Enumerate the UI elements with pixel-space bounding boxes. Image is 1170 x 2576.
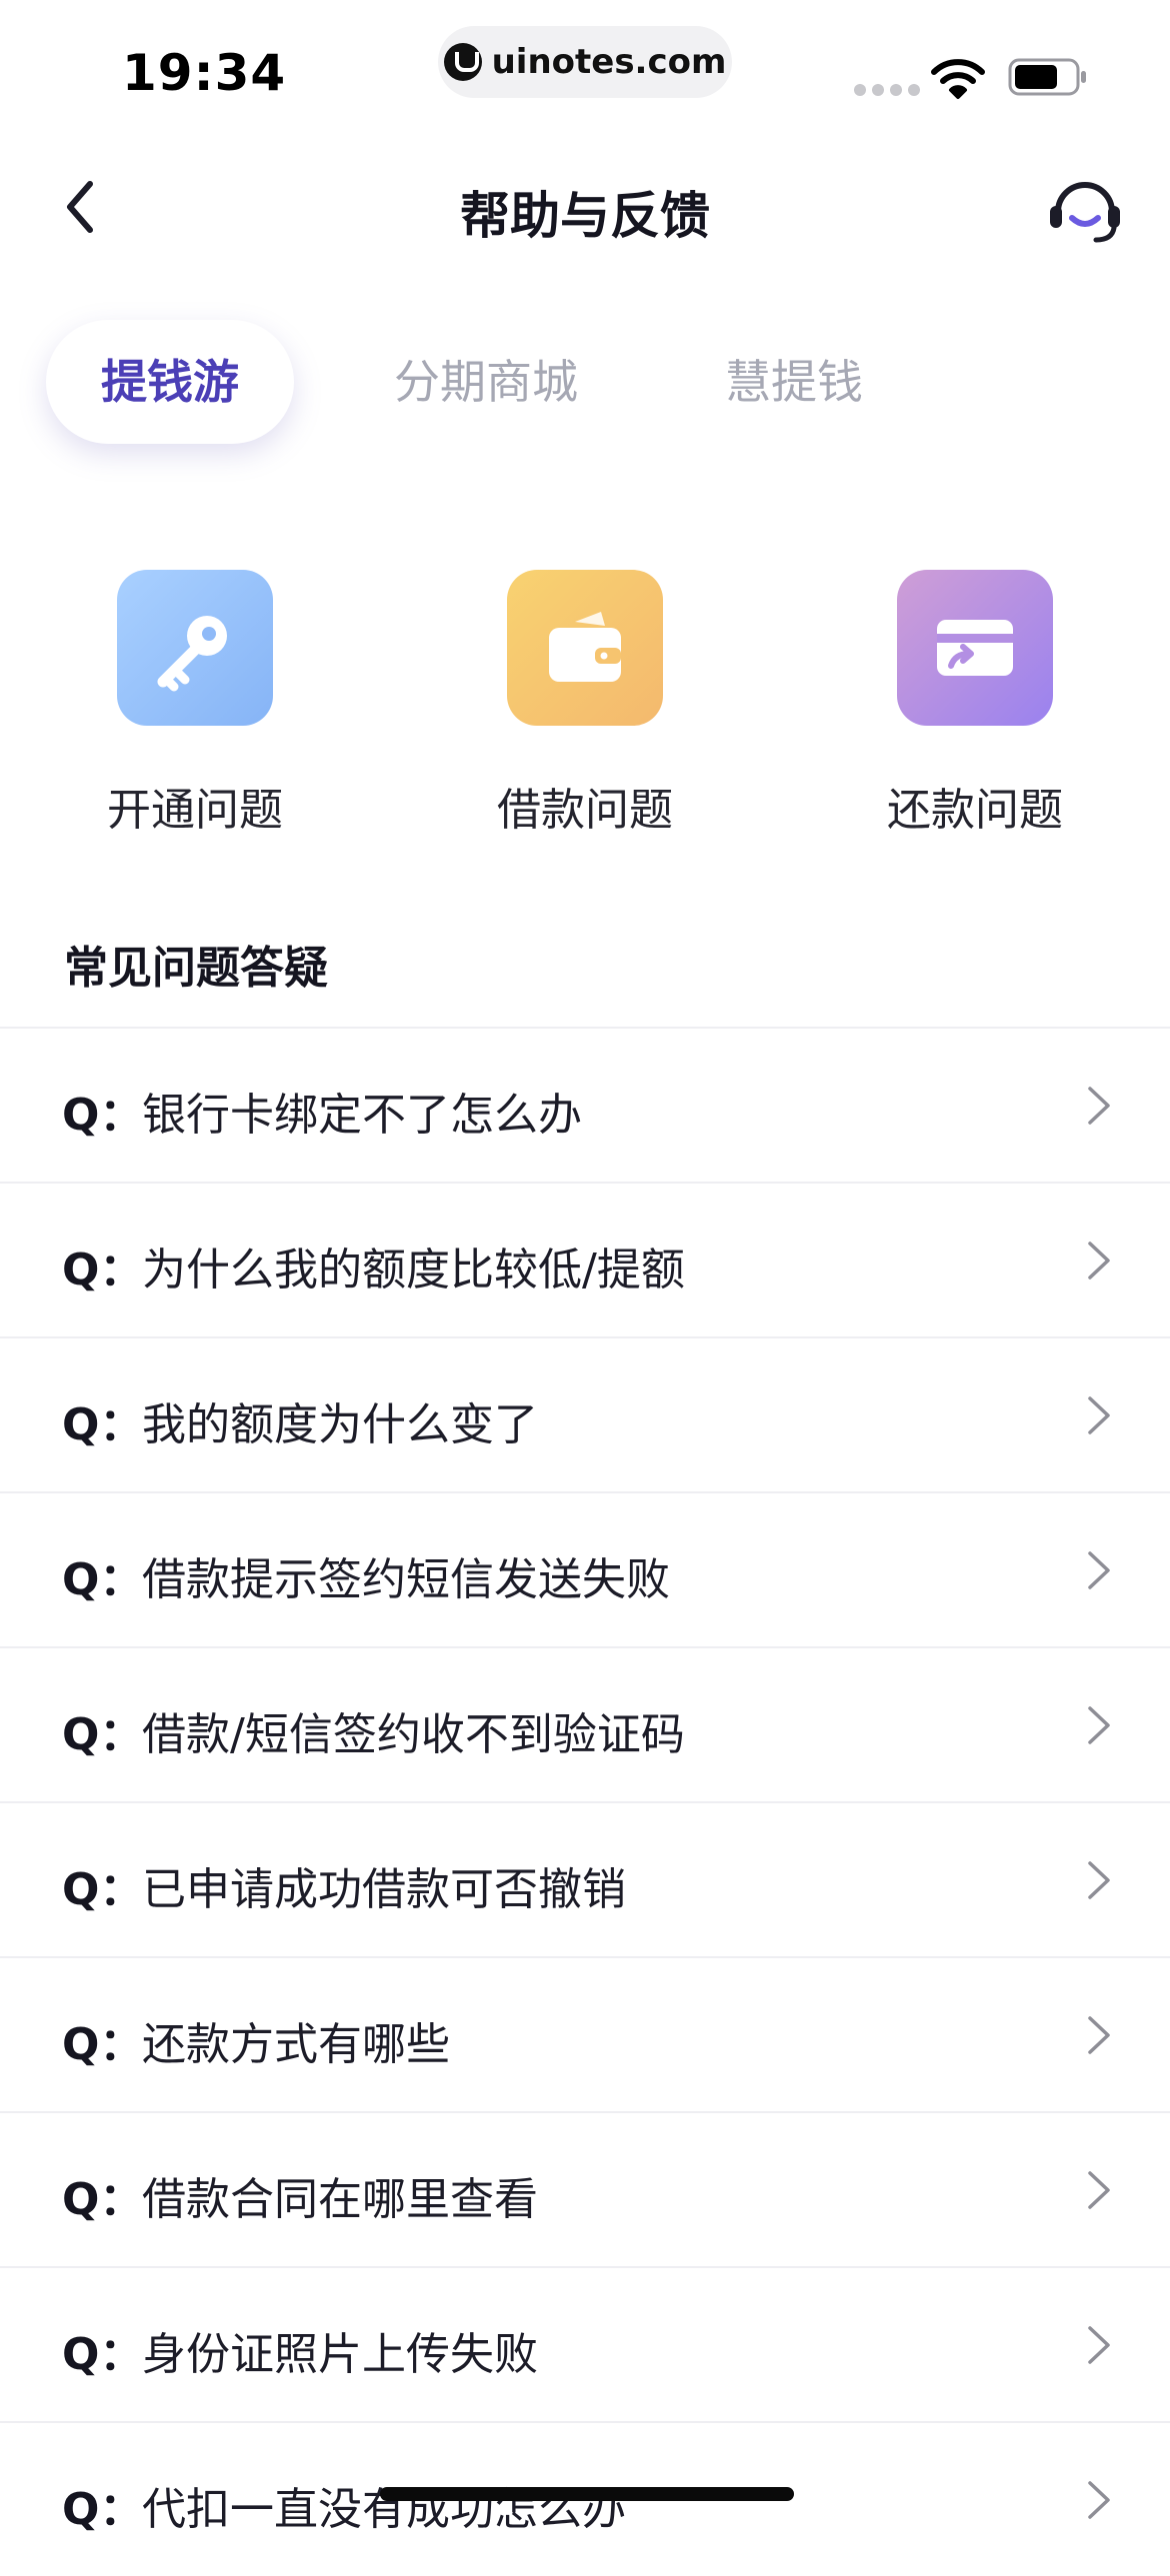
category-label: 借款问题 — [497, 785, 673, 836]
site-logo-icon — [443, 43, 482, 81]
faq-item[interactable]: Q： 还款方式有哪些 — [0, 1956, 1170, 2111]
chevron-right-icon — [1088, 1861, 1110, 1899]
chevron-right-icon — [1088, 2481, 1110, 2519]
faq-question: 为什么我的额度比较低/提额 — [142, 1245, 685, 1295]
chevron-right-icon — [1088, 2326, 1110, 2364]
faq-question: 代扣一直没有成功怎么办 — [142, 2484, 626, 2535]
tab-installment-mall[interactable]: 分期商城 — [360, 320, 612, 444]
faq-question: 还款方式有哪些 — [142, 2019, 450, 2070]
chevron-right-icon — [1088, 1242, 1110, 1280]
faq-q-prefix: Q： — [62, 2329, 144, 2380]
faq-item[interactable]: Q： 身份证照片上传失败 — [0, 2266, 1170, 2421]
chevron-right-icon — [1088, 1551, 1110, 1589]
wifi-icon — [931, 59, 985, 99]
chevron-right-icon — [1088, 1396, 1110, 1434]
faq-q-prefix: Q： — [62, 2019, 144, 2070]
url-pill[interactable]: uinotes.com — [438, 26, 732, 98]
faq-q-prefix: Q： — [62, 2484, 144, 2535]
page-title: 帮助与反馈 — [460, 187, 710, 245]
faq-q-prefix: Q： — [62, 2174, 144, 2225]
chevron-right-icon — [1088, 1087, 1110, 1125]
home-indicator[interactable] — [380, 2487, 794, 2501]
url-text: uinotes.com — [491, 42, 727, 82]
status-bar: 19:34 uinotes.com — [0, 0, 1170, 130]
faq-question: 借款/短信签约收不到验证码 — [142, 1709, 685, 1760]
faq-list: Q： 银行卡绑定不了怎么办 Q： 为什么我的额度比较低/提额 Q： 我的额度为什… — [0, 1027, 1170, 2576]
chevron-right-icon — [1088, 1706, 1110, 1744]
faq-question: 身份证照片上传失败 — [142, 2329, 538, 2380]
faq-section-title: 常见问题答疑 — [64, 943, 328, 994]
status-time: 19:34 — [122, 44, 287, 102]
faq-q-prefix: Q： — [62, 1090, 144, 1141]
faq-q-prefix: Q： — [62, 1864, 144, 1915]
tab-huitiqian[interactable]: 慧提钱 — [690, 320, 898, 444]
faq-item[interactable]: Q： 已申请成功借款可否撤销 — [0, 1801, 1170, 1956]
faq-question: 银行卡绑定不了怎么办 — [142, 1090, 582, 1141]
category-repayment[interactable]: 还款问题 — [825, 570, 1125, 838]
headset-icon[interactable] — [1046, 172, 1124, 246]
faq-item[interactable]: Q： 借款/短信签约收不到验证码 — [0, 1646, 1170, 1801]
chevron-right-icon — [1088, 2016, 1110, 2054]
faq-question: 借款合同在哪里查看 — [142, 2174, 538, 2225]
faq-q-prefix: Q： — [62, 1245, 144, 1295]
faq-item[interactable]: Q： 借款提示签约短信发送失败 — [0, 1491, 1170, 1646]
card-transfer-icon — [897, 570, 1053, 726]
faq-q-prefix: Q： — [62, 1554, 144, 1605]
faq-q-prefix: Q： — [62, 1399, 144, 1450]
tab-tiqianyou[interactable]: 提钱游 — [46, 320, 294, 444]
product-tabs: 提钱游 分期商城 慧提钱 — [46, 320, 1126, 446]
category-label: 还款问题 — [887, 785, 1063, 836]
battery-icon — [1008, 58, 1086, 96]
chevron-right-icon — [1088, 2171, 1110, 2209]
faq-question: 已申请成功借款可否撤销 — [142, 1864, 626, 1915]
faq-q-prefix: Q： — [62, 1709, 144, 1760]
category-borrowing[interactable]: 借款问题 — [435, 570, 735, 838]
category-label: 开通问题 — [107, 785, 283, 836]
faq-item[interactable]: Q： 为什么我的额度比较低/提额 — [0, 1182, 1170, 1336]
wallet-icon — [507, 570, 663, 726]
faq-item[interactable]: Q： 银行卡绑定不了怎么办 — [0, 1027, 1170, 1182]
faq-item[interactable]: Q： 我的额度为什么变了 — [0, 1336, 1170, 1491]
category-activation[interactable]: 开通问题 — [45, 570, 345, 838]
faq-question: 我的额度为什么变了 — [142, 1399, 538, 1450]
faq-item[interactable]: Q： 借款合同在哪里查看 — [0, 2111, 1170, 2266]
key-icon — [117, 570, 273, 726]
signal-dots-icon — [854, 84, 920, 96]
faq-question: 借款提示签约短信发送失败 — [142, 1554, 670, 1605]
